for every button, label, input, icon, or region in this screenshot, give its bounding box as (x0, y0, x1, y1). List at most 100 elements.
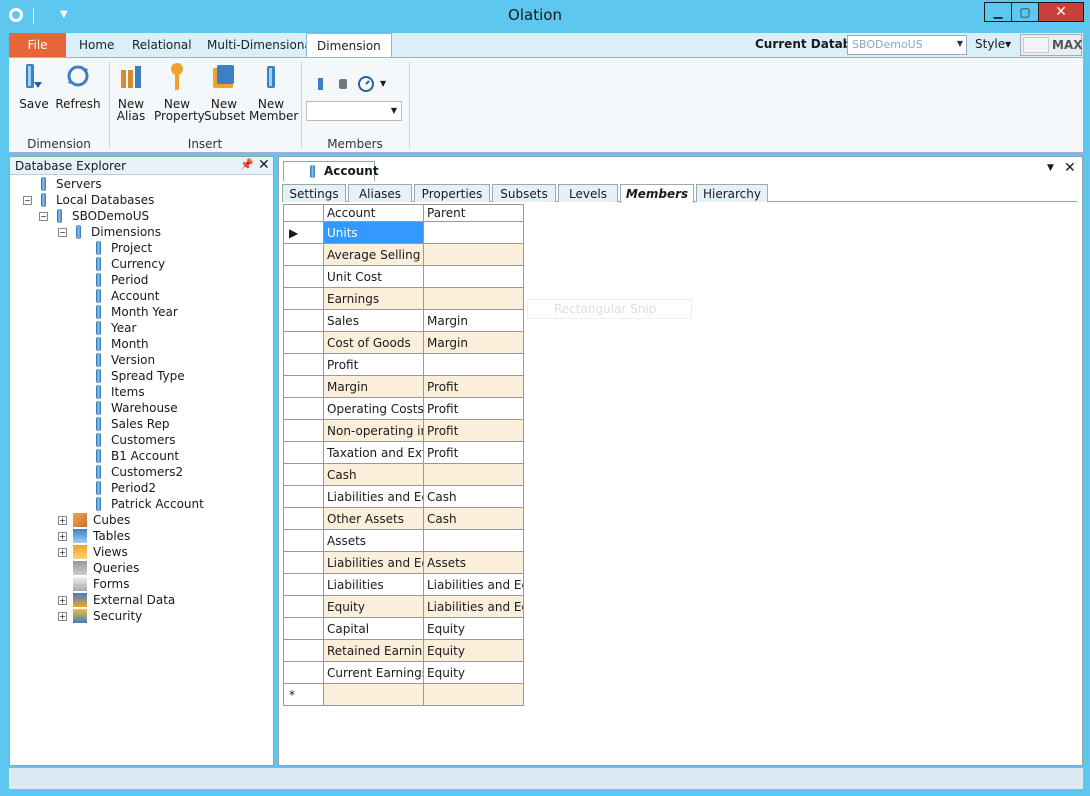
tree-dimension-item[interactable]: Sales Rep (14, 416, 272, 432)
tree-dimension-item[interactable]: Warehouse (14, 400, 272, 416)
tab-relational[interactable]: Relational (122, 33, 202, 57)
tab-home[interactable]: Home (69, 33, 124, 57)
tree-dimension-item[interactable]: B1 Account (14, 448, 272, 464)
tree-dimension-item[interactable]: Year (14, 320, 272, 336)
tree-item-tables[interactable]: + Tables (14, 528, 272, 544)
parent-cell[interactable] (424, 530, 524, 552)
tree-dimension-item[interactable]: Customers2 (14, 464, 272, 480)
close-icon[interactable]: ✕ (1064, 160, 1076, 176)
row-header[interactable] (284, 332, 324, 354)
row-header[interactable] (284, 266, 324, 288)
table-row[interactable]: Unit Cost (284, 266, 524, 288)
tree-dimension-item[interactable]: Customers (14, 432, 272, 448)
account-cell[interactable]: Equity (324, 596, 424, 618)
expand-icon[interactable]: + (58, 611, 67, 621)
expand-icon[interactable]: + (58, 595, 67, 605)
table-row[interactable]: Capital Equity (284, 618, 524, 640)
parent-cell[interactable]: Liabilities and Eq... (424, 596, 524, 618)
save-button[interactable]: Save (17, 62, 51, 110)
tree-local-databases[interactable]: − Local Databases (14, 192, 272, 208)
new-alias-button[interactable]: New Alias (114, 62, 148, 122)
table-row[interactable]: Margin Profit (284, 376, 524, 398)
new-row[interactable]: * (284, 684, 524, 706)
tree-dimension-item[interactable]: Account (14, 288, 272, 304)
tab-levels[interactable]: Levels (558, 184, 618, 202)
tab-settings[interactable]: Settings (282, 184, 346, 202)
new-subset-button[interactable]: New Subset (204, 62, 245, 122)
max-button[interactable]: MAX (1020, 34, 1082, 56)
account-cell[interactable]: Cost of Goods (324, 332, 424, 354)
tree-dimension-item[interactable]: Version (14, 352, 272, 368)
tree-item-views[interactable]: + Views (14, 544, 272, 560)
tree-dimension-item[interactable]: Items (14, 384, 272, 400)
parent-cell[interactable]: Profit (424, 398, 524, 420)
table-row[interactable]: Cost of Goods Margin (284, 332, 524, 354)
close-icon[interactable]: ✕ (258, 157, 270, 173)
collapse-icon[interactable]: − (23, 195, 32, 205)
account-cell[interactable]: Capital (324, 618, 424, 640)
account-cell[interactable]: Liabilities (324, 574, 424, 596)
account-cell[interactable]: Units (324, 222, 424, 244)
new-row-cell[interactable] (324, 684, 424, 706)
parent-cell[interactable] (424, 464, 524, 486)
table-row[interactable]: EquityLiabilities and Eq... (284, 596, 524, 618)
tree-dimension-item[interactable]: Month (14, 336, 272, 352)
tree-servers[interactable]: Servers (14, 176, 272, 192)
clock-icon[interactable] (357, 75, 375, 93)
members-select[interactable]: ▼ (306, 101, 402, 121)
new-property-button[interactable]: New Property (154, 62, 205, 122)
tree-dimension-item[interactable]: Month Year (14, 304, 272, 320)
account-cell[interactable]: Sales (324, 310, 424, 332)
row-header[interactable] (284, 618, 324, 640)
tab-properties[interactable]: Properties (414, 184, 490, 202)
row-header[interactable] (284, 354, 324, 376)
account-cell[interactable]: Non-operating in... (324, 420, 424, 442)
parent-cell[interactable]: Equity (424, 662, 524, 684)
table-row[interactable]: Current Earnings Equity (284, 662, 524, 684)
row-header[interactable]: ▶ (284, 222, 324, 244)
parent-cell[interactable] (424, 266, 524, 288)
table-row[interactable]: Other Assets Cash (284, 508, 524, 530)
table-row[interactable]: Operating Costs Profit (284, 398, 524, 420)
parent-cell[interactable]: Assets (424, 552, 524, 574)
document-tab-account[interactable]: Account (283, 161, 379, 181)
row-header[interactable] (284, 398, 324, 420)
parent-cell[interactable]: Margin (424, 310, 524, 332)
tree-dimension-item[interactable]: Patrick Account (14, 496, 272, 512)
row-header[interactable] (284, 442, 324, 464)
account-cell[interactable]: Liabilities and Eq... (324, 486, 424, 508)
account-cell[interactable]: Taxation and Extr... (324, 442, 424, 464)
new-row-marker[interactable]: * (284, 684, 324, 706)
new-member-button[interactable]: New Member (249, 62, 298, 122)
row-header[interactable] (284, 288, 324, 310)
table-row[interactable]: Liabilities and Eq...Cash (284, 486, 524, 508)
tree-dimensions[interactable]: − Dimensions (14, 224, 272, 240)
account-cell[interactable]: Operating Costs (324, 398, 424, 420)
table-row[interactable]: Assets (284, 530, 524, 552)
row-header[interactable] (284, 574, 324, 596)
style-dropdown-icon[interactable]: ▼ (1005, 40, 1011, 49)
collapse-icon[interactable]: − (58, 227, 67, 237)
table-row[interactable]: Non-operating in...Profit (284, 420, 524, 442)
table-row[interactable]: Average Selling ... (284, 244, 524, 266)
tree-dimension-item[interactable]: Project (14, 240, 272, 256)
row-header[interactable] (284, 310, 324, 332)
row-header[interactable] (284, 508, 324, 530)
account-cell[interactable]: Liabilities and Eq... (324, 552, 424, 574)
parent-cell[interactable] (424, 288, 524, 310)
table-row[interactable]: Retained EarningsEquity (284, 640, 524, 662)
parent-cell[interactable] (424, 244, 524, 266)
parent-cell[interactable]: Equity (424, 618, 524, 640)
parent-cell[interactable] (424, 222, 524, 244)
parent-cell[interactable]: Profit (424, 376, 524, 398)
parent-cell[interactable]: Cash (424, 486, 524, 508)
tree-item-forms[interactable]: Forms (14, 576, 272, 592)
row-header[interactable] (284, 552, 324, 574)
parent-cell[interactable]: Margin (424, 332, 524, 354)
account-cell[interactable]: Retained Earnings (324, 640, 424, 662)
style-menu[interactable]: Style (975, 37, 1005, 51)
tree-item-external-data[interactable]: + External Data (14, 592, 272, 608)
connector-icon[interactable] (335, 76, 351, 92)
table-row[interactable]: Cash (284, 464, 524, 486)
tree-dimension-item[interactable]: Period2 (14, 480, 272, 496)
